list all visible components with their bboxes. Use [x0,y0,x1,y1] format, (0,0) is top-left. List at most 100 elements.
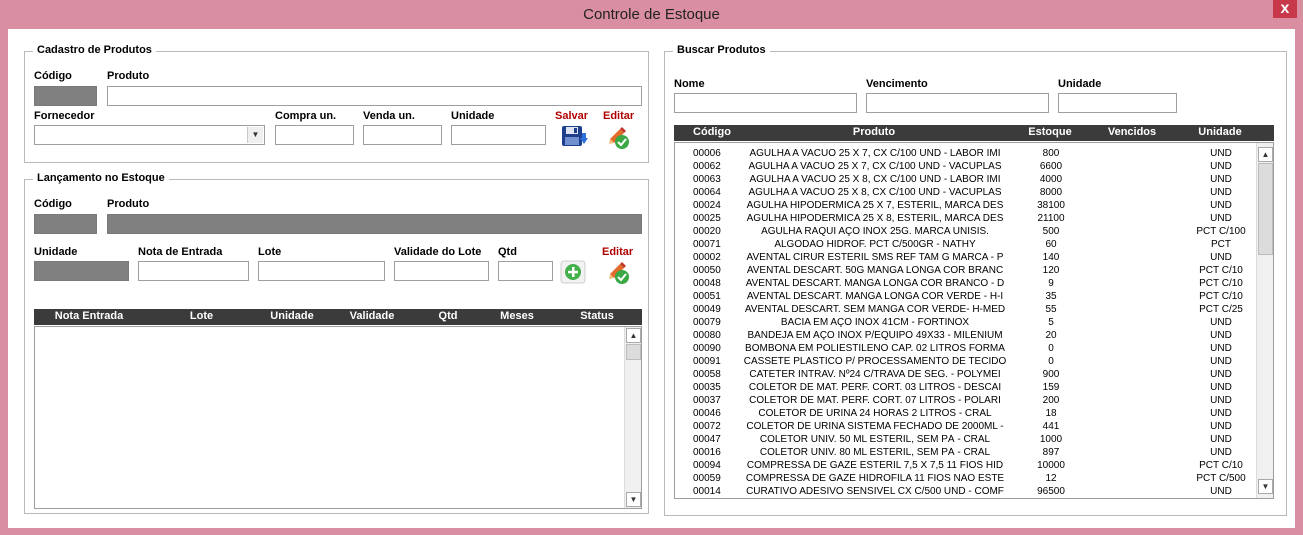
table-row[interactable]: 00035 COLETOR DE MAT. PERF. CORT. 03 LITR… [675,382,1257,395]
cell-codigo: 00094 [693,460,721,471]
table-row[interactable]: 00037 COLETOR DE MAT. PERF. CORT. 07 LITR… [675,395,1257,408]
cadastro-codigo-label: Código [34,70,72,82]
cell-estoque: 6600 [1039,161,1063,172]
cell-estoque: 120 [1042,265,1060,276]
compra-field[interactable] [275,125,354,145]
nome-label: Nome [674,78,705,90]
scroll-thumb[interactable] [626,344,641,360]
cell-estoque: 12 [1045,473,1057,484]
cell-produto: AVENTAL DESCART. MANGA LONGA COR VERDE -… [746,291,1004,302]
cadastro-produto-field[interactable] [107,86,642,106]
table-row[interactable]: 00048 AVENTAL DESCART. MANGA LONGA COR BR… [675,278,1257,291]
lancamento-group: Lançamento no Estoque Código Produto Uni… [24,172,649,514]
lancamento-editar-label: Editar [602,246,634,258]
table-row[interactable]: 00090 BOMBONA EM POLIESTILENO CAP. 02 LIT… [675,343,1257,356]
scroll-down-icon[interactable]: ▼ [1258,479,1273,494]
table-row[interactable]: 00020 AGULHA RAQUI AÇO INOX 25G. MARCA UN… [675,226,1257,239]
validade-lote-field[interactable] [394,261,489,281]
edit-pencil-icon[interactable] [606,260,634,286]
table-row[interactable]: 00049 AVENTAL DESCART. SEM MANGA COR VERD… [675,304,1257,317]
validade-lote-label: Validade do Lote [394,246,482,258]
cell-codigo: 00020 [693,226,721,237]
cell-estoque: 1000 [1039,434,1063,445]
cell-unidade: UND [1210,382,1232,393]
table-row[interactable]: 00014 CURATIVO ADESIVO SENSIVEL CX C/500 … [675,486,1257,498]
cadastro-unidade-field[interactable] [451,125,546,145]
cell-produto: AVENTAL DESCART. MANGA LONGA COR BRANCO … [745,278,1005,289]
fornecedor-select[interactable]: ▼ [34,125,265,145]
table-row[interactable]: 00064 AGULHA A VACUO 25 X 8, CX C/100 UND… [675,187,1257,200]
cell-produto: AGULHA HIPODERMICA 25 X 7, ESTÉRIL, MARC… [746,200,1004,211]
table-row[interactable]: 00080 BANDEJA EM AÇO INOX P/EQUIPO 49X33 … [675,330,1257,343]
scroll-down-icon[interactable]: ▼ [626,492,641,507]
add-plus-icon[interactable] [560,260,586,284]
table-row[interactable]: 00051 AVENTAL DESCART. MANGA LONGA COR VE… [675,291,1257,304]
chevron-down-icon[interactable]: ▼ [247,127,263,143]
col-lote: Lote [189,310,214,322]
venda-field[interactable] [363,125,442,145]
cadastro-group-title: Cadastro de Produtos [33,44,156,56]
nome-search-field[interactable] [674,93,857,113]
buscar-group-title: Buscar Produtos [673,44,770,56]
cell-estoque: 897 [1042,447,1060,458]
cell-unidade: UND [1210,200,1232,211]
qtd-field[interactable] [498,261,553,281]
lote-field[interactable] [258,261,385,281]
cell-estoque: 900 [1042,369,1060,380]
table-row[interactable]: 00059 COMPRESSA DE GAZE HIDROFILA 11 FIOS… [675,473,1257,486]
table-row[interactable]: 00094 COMPRESSA DE GAZE ESTERIL 7,5 X 7,5… [675,460,1257,473]
vencimento-label: Vencimento [866,78,928,90]
cell-produto: AGULHA A VACUO 25 X 8, CX C/100 UND - LA… [749,174,1001,185]
edit-pencil-icon[interactable] [606,125,634,151]
cell-codigo: 00025 [693,213,721,224]
nota-entrada-field[interactable] [138,261,249,281]
table-row[interactable]: 00050 AVENTAL DESCART. 50G MANGA LONGA CO… [675,265,1257,278]
produtos-scrollbar[interactable]: ▲ ▼ [1256,143,1273,498]
produtos-table-header: Código Produto Estoque Vencidos Unidade [674,125,1274,141]
vencimento-search-field[interactable] [866,93,1049,113]
cell-unidade: PCT C/500 [1196,473,1246,484]
table-row[interactable]: 00046 COLETOR DE URINA 24 HORAS 2 LITROS … [675,408,1257,421]
floppy-disk-icon[interactable] [561,125,589,151]
cell-estoque: 159 [1042,382,1060,393]
cell-estoque: 140 [1042,252,1060,263]
scroll-up-icon[interactable]: ▲ [626,328,641,343]
table-row[interactable]: 00047 COLETOR UNIV. 50 ML ESTERIL, SEM PÁ… [675,434,1257,447]
nota-entrada-label: Nota de Entrada [138,246,223,258]
produtos-list[interactable]: 00006 AGULHA A VACUO 25 X 7, CX C/100 UND… [674,142,1274,499]
cell-codigo: 00035 [693,382,721,393]
cell-estoque: 4000 [1039,174,1063,185]
cell-codigo: 00016 [693,447,721,458]
lancamento-list[interactable]: ▲ ▼ [34,326,642,509]
cell-codigo: 00072 [693,421,721,432]
scroll-thumb[interactable] [1258,163,1273,255]
table-row[interactable]: 00063 AGULHA A VACUO 25 X 8, CX C/100 UND… [675,174,1257,187]
cell-codigo: 00047 [693,434,721,445]
table-row[interactable]: 00091 CASSETE PLASTICO P/ PROCESSAMENTO D… [675,356,1257,369]
cell-unidade: UND [1210,408,1232,419]
table-row[interactable]: 00072 COLETOR DE URINA SISTEMA FECHADO DE… [675,421,1257,434]
cell-produto: AGULHA RAQUI AÇO INOX 25G. MARCA UNISIS. [761,226,989,237]
table-row[interactable]: 00062 AGULHA A VACUO 25 X 7, CX C/100 UND… [675,161,1257,174]
cell-codigo: 00002 [693,252,721,263]
cell-unidade: UND [1210,356,1232,367]
cell-unidade: UND [1210,252,1232,263]
close-button[interactable]: x [1273,0,1297,18]
cell-codigo: 00091 [693,356,721,367]
lancamento-scrollbar[interactable]: ▲ ▼ [624,327,641,508]
cell-unidade: UND [1210,161,1232,172]
scroll-up-icon[interactable]: ▲ [1258,147,1273,162]
table-row[interactable]: 00058 CATETER INTRAV. Nº24 C/TRAVA DE SEG… [675,369,1257,382]
unidade-search-field[interactable] [1058,93,1177,113]
table-row[interactable]: 00024 AGULHA HIPODERMICA 25 X 7, ESTÉRIL,… [675,200,1257,213]
cell-produto: COMPRESSA DE GAZE HIDROFILA 11 FIOS NÃO … [745,473,1005,484]
table-row[interactable]: 00079 BACIA EM AÇO INOX 41CM - FORTINOX 5 U… [675,317,1257,330]
table-row[interactable]: 00002 AVENTAL CIRUR ESTERIL SMS REF TAM G… [675,252,1257,265]
cell-produto: BANDEJA EM AÇO INOX P/EQUIPO 49X33 - MIL… [747,330,1003,341]
table-row[interactable]: 00016 COLETOR UNIV. 80 ML ESTERIL, SEM PÁ… [675,447,1257,460]
table-row[interactable]: 00006 AGULHA A VACUO 25 X 7, CX C/100 UND… [675,148,1257,161]
table-row[interactable]: 00025 AGULHA HIPODERMICA 25 X 8, ESTÉRIL,… [675,213,1257,226]
table-row[interactable]: 00071 ALGODÃO HIDROF. PCT C/500GR - NATHY… [675,239,1257,252]
cell-estoque: 0 [1048,343,1054,354]
cell-produto: AGULHA A VACUO 25 X 7, CX C/100 UND - VA… [748,161,1002,172]
